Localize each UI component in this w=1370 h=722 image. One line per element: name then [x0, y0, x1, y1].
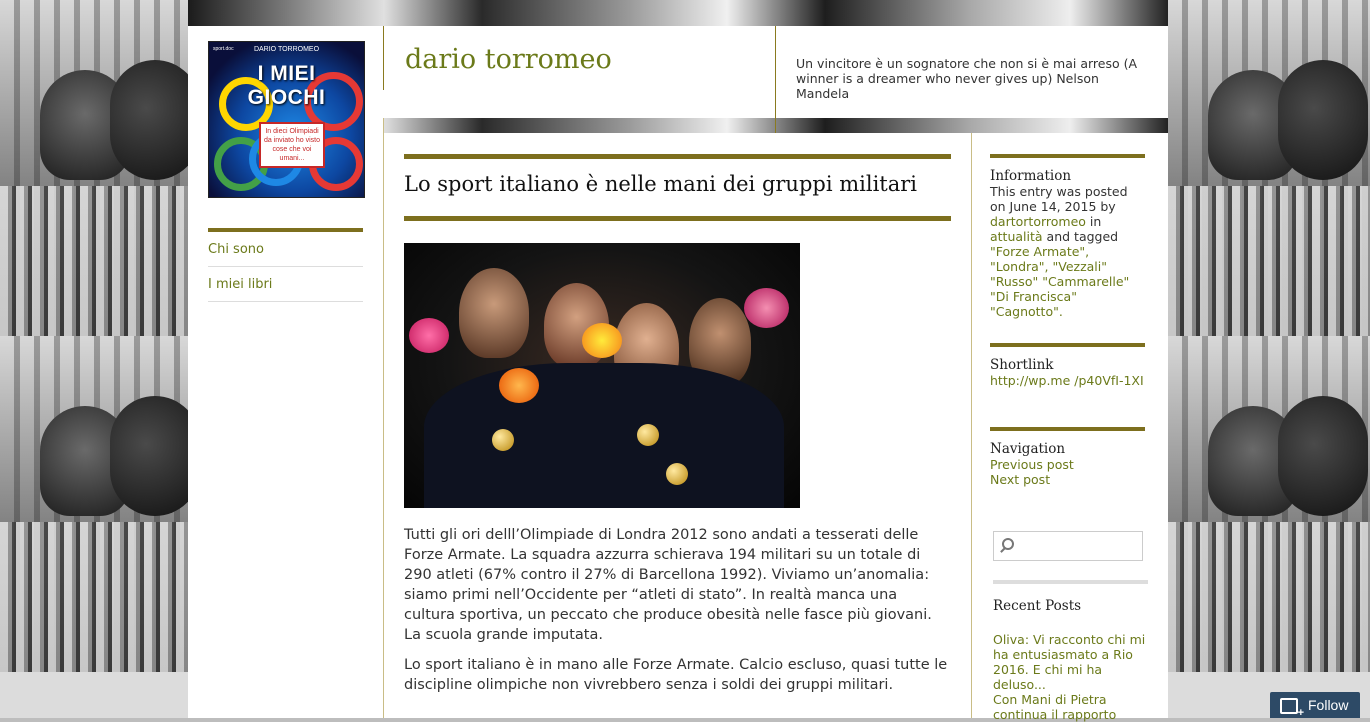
right-sidebar: Information This entry was posted on Jun… [972, 133, 1168, 722]
follow-icon [1280, 698, 1304, 719]
tagged-text: and tagged [1046, 229, 1119, 244]
book-title-line1: I MIEI [257, 62, 316, 85]
next-post-link[interactable]: Next post [990, 472, 1050, 487]
background-photo [1168, 336, 1370, 672]
search-icon [1002, 538, 1014, 550]
post-title-block: Lo sport italiano è nelle mani dei grupp… [404, 154, 951, 221]
background-photo [0, 336, 188, 672]
site-tagline: Un vincitore è un sognatore che non si è… [775, 26, 1141, 133]
shortlink-heading: Shortlink [990, 357, 1054, 373]
previous-post-link[interactable]: Previous post [990, 457, 1074, 472]
page-menu: Chi sono I miei libri [208, 228, 363, 302]
shortlink-url[interactable]: http://wp.me /p40VfI-1XI [990, 373, 1144, 388]
left-column: Chi sono I miei libri [188, 118, 384, 718]
author-link[interactable]: dartortorromeo [990, 214, 1086, 229]
in-text: in [1089, 214, 1102, 229]
follow-label: Follow [1308, 697, 1349, 713]
post-body: Tutti gli ori delll’Olimpiade di Londra … [404, 525, 951, 705]
search-box [993, 531, 1143, 561]
information-widget: Information This entry was posted on Jun… [990, 154, 1145, 319]
background-photo [0, 0, 188, 336]
book-title: I MIEI GIOCHI [209, 62, 364, 110]
book-author: DARIO TORROMEO [253, 46, 320, 53]
recent-posts-heading: Recent Posts [993, 598, 1082, 614]
post-title: Lo sport italiano è nelle mani dei grupp… [404, 172, 918, 196]
navigation-heading: Navigation [990, 441, 1066, 457]
book-note: In dieci Olimpiadi da inviato ho visto c… [259, 122, 325, 168]
post-paragraph: Tutti gli ori delll’Olimpiade di Londra … [404, 527, 932, 643]
shortlink-widget: Shortlink http://wp.me /p40VfI-1XI [990, 343, 1145, 388]
search-input[interactable] [1020, 535, 1139, 557]
background-photo [1168, 0, 1370, 336]
post-image[interactable] [404, 243, 800, 508]
recent-posts-widget: Recent Posts Oliva: Vi racconto chi mi h… [993, 580, 1148, 722]
follow-button[interactable]: Follow [1270, 692, 1360, 719]
background-strip [188, 0, 1168, 26]
information-heading: Information [990, 168, 1072, 184]
menu-item-chi-sono[interactable]: Chi sono [208, 232, 363, 267]
navigation-widget: Navigation Previous post Next post [990, 427, 1145, 487]
recent-post-link[interactable]: Oliva: Vi racconto chi mi ha entusiasmat… [993, 632, 1148, 692]
book-title-line2: GIOCHI [247, 86, 326, 109]
information-text: This entry was posted on June 14, 2015 b… [990, 184, 1145, 319]
tags-links[interactable]: "Forze Armate", "Londra", "Vezzali" "Rus… [990, 244, 1129, 319]
posted-on-text: This entry was posted on June 14, 2015 b… [990, 184, 1128, 214]
menu-item-i-miei-libri[interactable]: I miei libri [208, 267, 363, 302]
main-content: Lo sport italiano è nelle mani dei grupp… [384, 133, 972, 718]
book-cover-logo[interactable]: sport.doc DARIO TORROMEO I MIEI GIOCHI I… [208, 41, 365, 198]
background-photo [0, 672, 188, 718]
category-link[interactable]: attualità [990, 229, 1043, 244]
site-title[interactable]: dario torromeo [383, 26, 612, 90]
post-paragraph: Lo sport italiano è in mano alle Forze A… [404, 657, 948, 693]
